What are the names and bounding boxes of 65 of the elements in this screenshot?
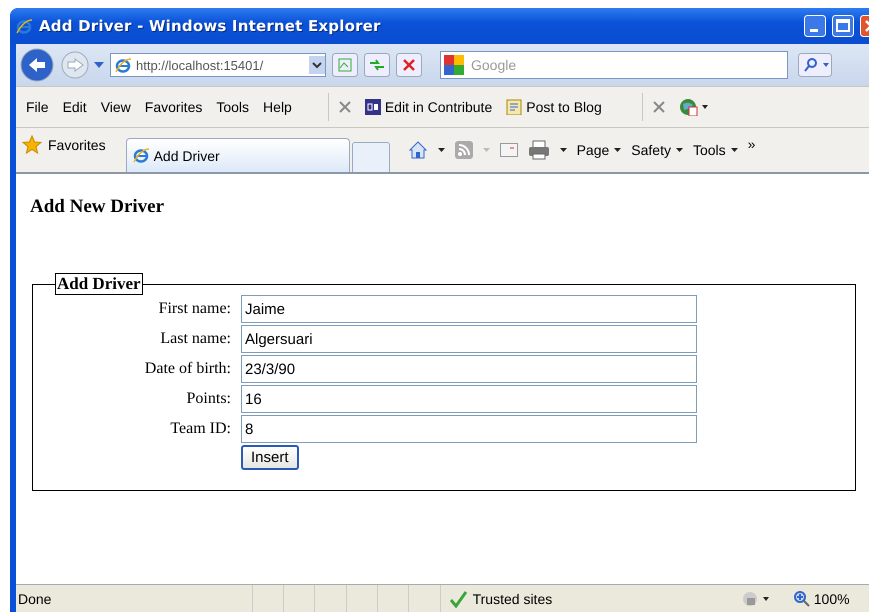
window-title: Add Driver - Windows Internet Explorer xyxy=(39,17,381,35)
text-field[interactable]: Algersuari xyxy=(241,325,697,353)
back-button[interactable] xyxy=(20,48,54,82)
zoom-icon xyxy=(794,590,810,606)
feed-icon[interactable] xyxy=(454,141,473,159)
text-field[interactable]: Jaime xyxy=(241,295,697,323)
caret-icon xyxy=(676,148,683,152)
home-icon[interactable] xyxy=(408,140,428,160)
browser-tab[interactable]: Add Driver xyxy=(126,138,350,172)
field-label: First name: xyxy=(158,300,231,318)
caret-icon xyxy=(614,148,622,152)
dropdown-button[interactable] xyxy=(309,56,325,74)
zoom-button[interactable]: 100% xyxy=(794,590,850,606)
search-field[interactable]: Google xyxy=(440,51,788,79)
text-field[interactable]: 16 xyxy=(241,385,697,413)
menu-item[interactable]: Help xyxy=(259,99,302,115)
url-text: http://localhost:15401/ xyxy=(136,58,264,72)
app-icon xyxy=(364,99,381,115)
status-text: Done xyxy=(17,590,52,606)
browser-icon xyxy=(16,18,33,34)
text-field[interactable]: 23/3/90 xyxy=(241,355,697,383)
menu-item[interactable]: Favorites xyxy=(140,99,212,115)
compatibility-button[interactable] xyxy=(332,53,358,77)
mail-icon[interactable] xyxy=(500,143,518,157)
menu-item[interactable]: Edit xyxy=(58,99,97,115)
address-field[interactable]: http://localhost:15401/ xyxy=(110,53,326,77)
favorites-button[interactable]: Favorites xyxy=(16,135,126,165)
field-label: Last name: xyxy=(159,330,231,348)
caret-icon[interactable] xyxy=(438,148,445,152)
refresh-button[interactable] xyxy=(364,53,390,77)
toolbar-button[interactable]: Edit in Contribute xyxy=(364,99,492,115)
dropdown-icon[interactable] xyxy=(94,62,104,68)
toolbar-button[interactable]: Post to Blog xyxy=(506,99,602,115)
search-button[interactable] xyxy=(798,53,832,77)
stop-button[interactable] xyxy=(396,53,422,77)
security-zone: Trusted sites xyxy=(440,585,642,612)
checkmark-icon xyxy=(448,590,467,608)
page-icon xyxy=(115,56,132,74)
maximize-button[interactable] xyxy=(832,15,854,37)
menu-button[interactable]: Page xyxy=(576,142,622,158)
group-legend: Add Driver xyxy=(55,273,143,295)
insert-button[interactable]: Insert xyxy=(241,445,299,470)
browser-icon xyxy=(132,147,150,164)
globe-icon[interactable] xyxy=(678,98,709,116)
menu-item[interactable]: View xyxy=(96,99,141,115)
star-icon xyxy=(22,135,42,155)
menu-item[interactable]: Tools xyxy=(212,99,260,115)
menu-button[interactable]: Safety xyxy=(631,142,683,158)
close-toolbar-icon[interactable] xyxy=(652,101,665,113)
menu-button[interactable]: Tools xyxy=(692,142,738,158)
print-icon[interactable] xyxy=(528,140,550,160)
text-field[interactable]: 8 xyxy=(241,415,697,443)
forward-button[interactable] xyxy=(60,50,90,80)
field-label: Team ID: xyxy=(169,420,231,438)
caret-icon[interactable] xyxy=(560,148,567,152)
minimize-button[interactable] xyxy=(804,15,826,37)
caret-icon xyxy=(730,148,738,152)
document-icon xyxy=(506,99,522,115)
menu-item[interactable]: File xyxy=(22,99,59,115)
caret-icon xyxy=(482,148,490,152)
field-label: Date of birth: xyxy=(144,360,231,378)
close-toolbar-icon[interactable] xyxy=(338,101,351,113)
field-label: Points: xyxy=(186,390,231,408)
overflow-button[interactable]: » xyxy=(748,136,756,152)
page-heading: Add New Driver xyxy=(30,195,166,218)
